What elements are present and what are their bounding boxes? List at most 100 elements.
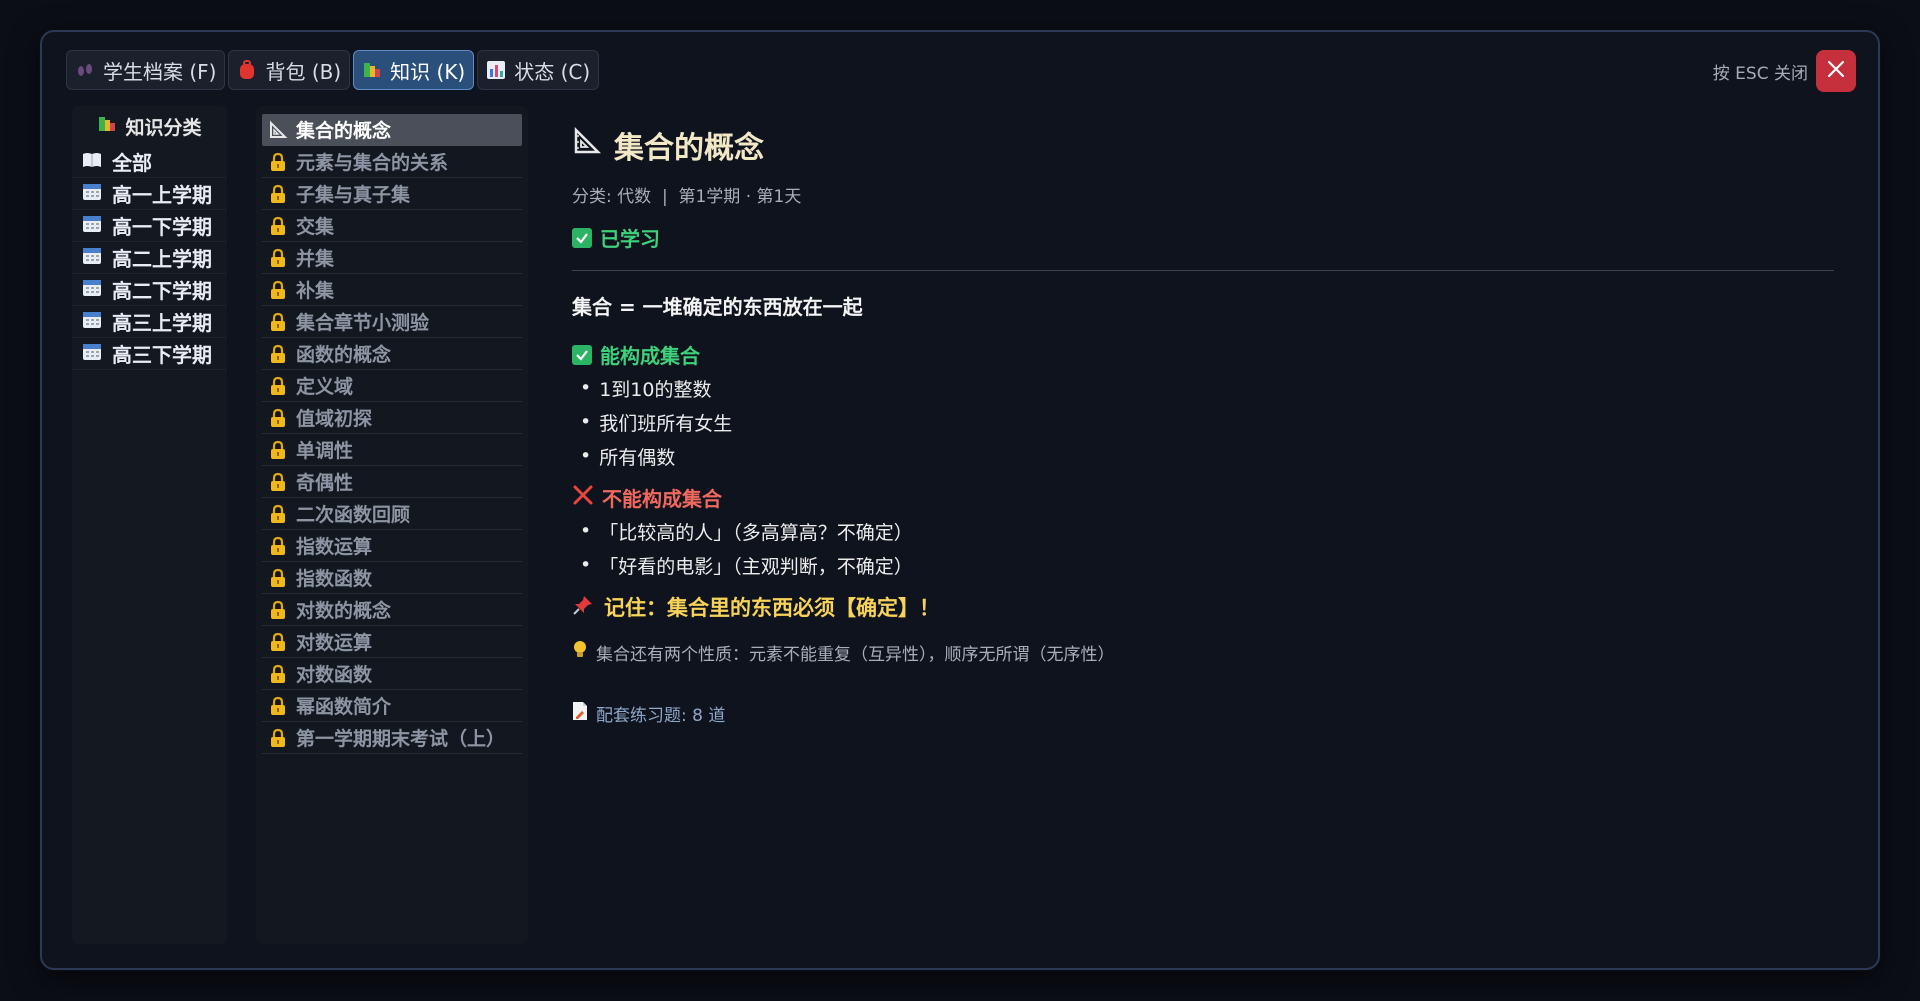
lock-icon [268, 408, 288, 428]
calendar-icon [82, 214, 102, 238]
pushpin-icon [572, 594, 594, 621]
lock-icon [268, 696, 288, 716]
category-label: 全部 [112, 151, 152, 175]
category-sidebar: 知识分类 全部 高一上学期 高一下学期 高二上学期 高二下学期 高三上学期 高三… [72, 106, 227, 944]
remember-text: 记住：集合里的东西必须【确定】！ [604, 596, 940, 620]
topic-title-text: 集合的概念 [614, 131, 764, 166]
list-item-text: 我们班所有女生 [599, 412, 733, 435]
category-item-g3-1[interactable]: 高三上学期 [72, 306, 227, 338]
can-form-set-heading: 能构成集合 [572, 340, 1842, 369]
category-label: 高一下学期 [112, 215, 212, 239]
lock-icon [268, 248, 288, 268]
lock-icon [268, 504, 288, 524]
category-label: 高三上学期 [112, 311, 212, 335]
topic-label: 对数运算 [296, 632, 373, 654]
tab-student-profile[interactable]: 学生档案 (F) [66, 50, 226, 90]
topic-title: 集合的概念 [572, 122, 1842, 168]
topic-item[interactable]: 指数运算 [262, 530, 522, 562]
category-item-g2-1[interactable]: 高二上学期 [72, 242, 227, 274]
topic-list: 集合的概念元素与集合的关系 子集与真子集 交集并集 补集 集合章节小测验函数的概念定义域… [256, 106, 528, 944]
topic-item[interactable]: 定义域 [262, 370, 522, 402]
category-item-g2-2[interactable]: 高二下学期 [72, 274, 227, 306]
tab-bar: 学生档案 (F) 背包 (B) 知识 (K) 状态 (C) [66, 50, 600, 90]
tab-label: 背包 (B) [265, 59, 342, 84]
backpack-icon [237, 60, 257, 80]
topic-item[interactable]: 集合章节小测验 [262, 306, 522, 338]
learned-status: 已学习 [572, 223, 1842, 252]
lock-icon [268, 728, 288, 748]
list-item-text: 「比较高的人」（多高算高？不确定） [599, 521, 913, 544]
document-icon [572, 701, 588, 726]
topic-label: 值域初探 [296, 408, 373, 430]
topic-item[interactable]: 单调性 [262, 434, 522, 466]
topic-item[interactable]: 补集 [262, 274, 522, 306]
can-list: • 1到10的整数 • 我们班所有女生 • 所有偶数 [572, 371, 1842, 473]
book-icon [82, 150, 102, 174]
topic-item[interactable]: 子集与真子集 [262, 178, 522, 210]
list-item-text: 所有偶数 [599, 446, 676, 469]
exercise-text: 配套练习题: 8 道 [596, 706, 726, 726]
topic-item[interactable]: 指数函数 [262, 562, 522, 594]
category-label: 高二上学期 [112, 247, 212, 271]
calendar-icon [82, 246, 102, 270]
close-icon [1826, 59, 1846, 83]
list-item: • 1到10的整数 [572, 371, 1842, 405]
topic-item[interactable]: 集合的概念 [262, 114, 522, 146]
books-icon [97, 114, 117, 139]
topic-item[interactable]: 幂函数简介 [262, 690, 522, 722]
lock-icon [268, 568, 288, 588]
tab-backpack[interactable]: 背包 (B) [228, 50, 351, 90]
topic-item[interactable]: 对数函数 [262, 658, 522, 690]
category-label: 高二下学期 [112, 279, 212, 303]
close-button[interactable] [1816, 50, 1856, 92]
topic-item[interactable]: 对数的概念 [262, 594, 522, 626]
topic-item[interactable]: 元素与集合的关系 [262, 146, 522, 178]
topic-label: 交集 [296, 216, 335, 238]
category-item-g1-1[interactable]: 高一上学期 [72, 178, 227, 210]
tab-label: 学生档案 (F) [103, 59, 217, 84]
topic-item[interactable]: 函数的概念 [262, 338, 522, 370]
lock-icon [268, 312, 288, 332]
topic-label: 函数的概念 [296, 344, 392, 366]
topic-item[interactable]: 二次函数回顾 [262, 498, 522, 530]
close-area: 按 ESC 关闭 [1713, 50, 1856, 92]
topic-label: 元素与集合的关系 [296, 152, 449, 174]
category-item-all[interactable]: 全部 [72, 146, 227, 178]
tab-knowledge[interactable]: 知识 (K) [353, 50, 475, 90]
topic-item[interactable]: 值域初探 [262, 402, 522, 434]
topic-label: 子集与真子集 [296, 184, 411, 206]
tab-status[interactable]: 状态 (C) [477, 50, 600, 90]
bar-chart-icon [486, 60, 506, 80]
topic-label: 对数的概念 [296, 600, 392, 622]
category-item-g1-2[interactable]: 高一下学期 [72, 210, 227, 242]
lock-icon [268, 344, 288, 364]
triangle-ruler-icon [572, 126, 602, 164]
topic-label: 二次函数回顾 [296, 504, 411, 526]
lock-icon [268, 184, 288, 204]
topic-label: 对数函数 [296, 664, 373, 686]
category-item-g3-2[interactable]: 高三下学期 [72, 338, 227, 370]
knowledge-panel: 学生档案 (F) 背包 (B) 知识 (K) 状态 (C) 按 ESC 关闭 知… [40, 30, 1880, 970]
lightbulb-icon [572, 640, 588, 665]
checkbox-icon [572, 344, 592, 365]
remember-note: 记住：集合里的东西必须【确定】！ [572, 592, 1842, 622]
lock-icon [268, 664, 288, 684]
topic-item[interactable]: 交集 [262, 210, 522, 242]
topic-item[interactable]: 奇偶性 [262, 466, 522, 498]
topic-item[interactable]: 第一学期期末考试（上） [262, 722, 522, 754]
cross-icon [572, 484, 594, 511]
topic-label: 集合的概念 [296, 120, 392, 142]
topic-item[interactable]: 对数运算 [262, 626, 522, 658]
list-item: • 「好看的电影」（主观判断，不确定） [572, 548, 1842, 582]
tab-label: 知识 (K) [390, 59, 466, 84]
exercise-link[interactable]: 配套练习题: 8 道 [572, 701, 1842, 726]
tip-text: 集合还有两个性质：元素不能重复（互异性），顺序无所谓（无序性） [596, 645, 1115, 665]
lock-icon [268, 472, 288, 492]
topic-item[interactable]: 并集 [262, 242, 522, 274]
topic-label: 指数运算 [296, 536, 373, 558]
books-icon [362, 60, 382, 80]
topic-meta: 分类: 代数 | 第1学期 · 第1天 [572, 187, 802, 207]
close-hint: 按 ESC 关闭 [1712, 63, 1808, 84]
cannot-list: • 「比较高的人」（多高算高？不确定） • 「好看的电影」（主观判断，不确定） [572, 514, 1842, 582]
topic-label: 幂函数简介 [296, 696, 392, 718]
